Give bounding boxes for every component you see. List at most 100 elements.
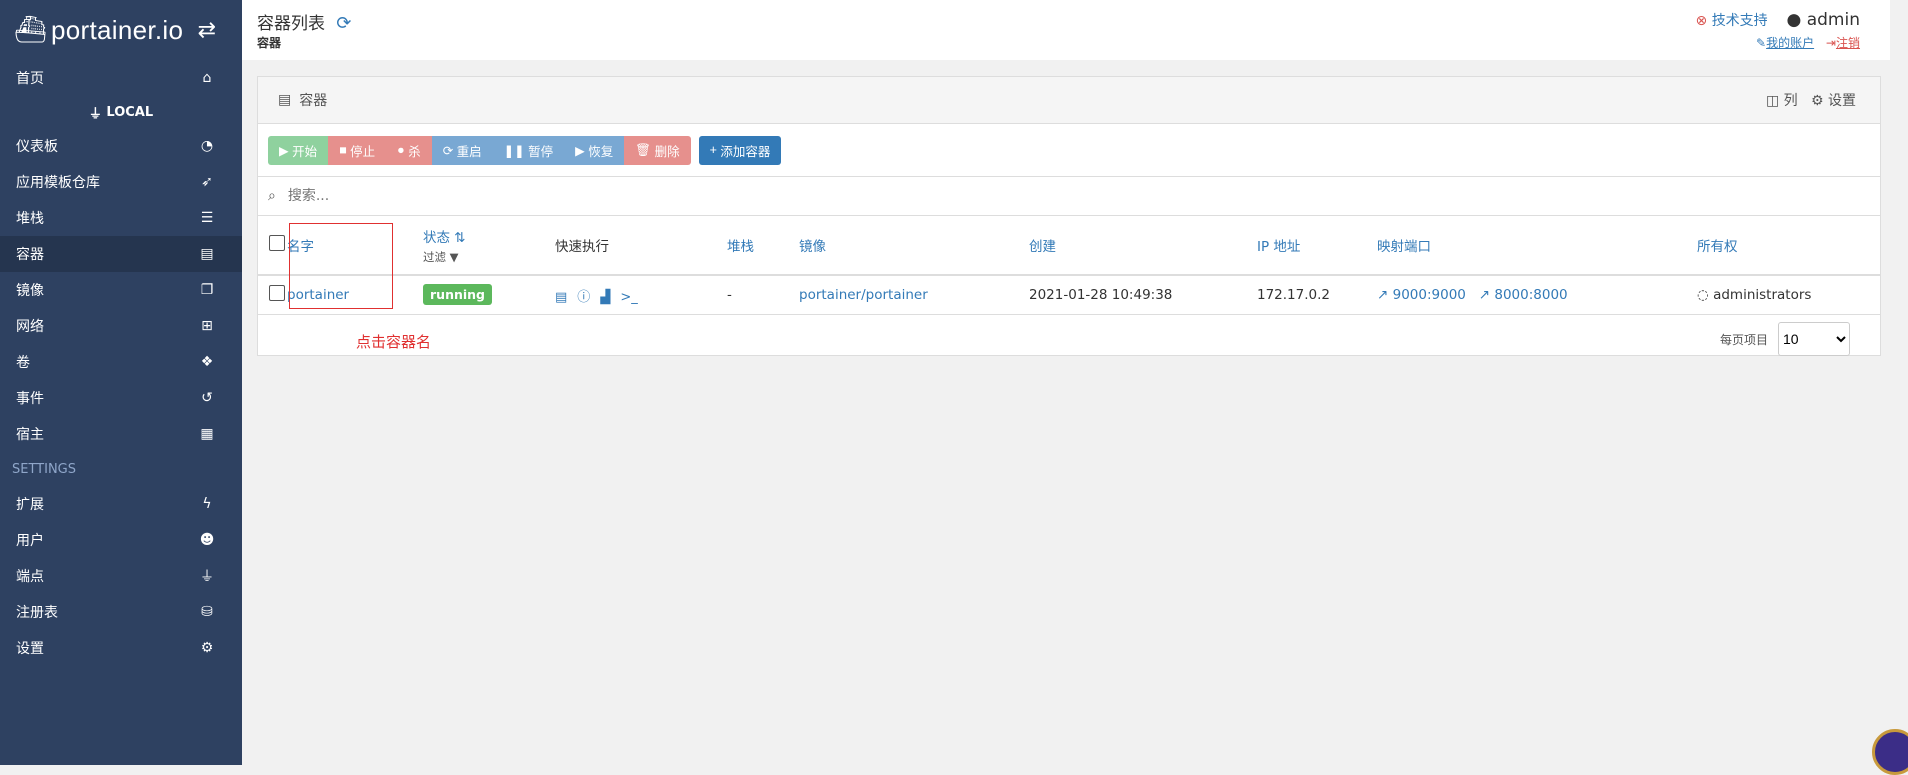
sidebar-item-dashboard[interactable]: 仪表板 ◔ (0, 128, 242, 164)
restart-button[interactable]: ⟳ 重启 (431, 135, 493, 165)
image-link[interactable]: portainer/portainer (799, 287, 928, 303)
stop-label: 停止 (350, 144, 376, 159)
external-link-icon: ↗ (1478, 287, 1491, 303)
my-account-link[interactable]: 我的账户 (1766, 36, 1814, 50)
sidebar-item-home[interactable]: 首页 ⌂ (0, 60, 242, 96)
sort-icon: ⇅ (454, 229, 466, 246)
sidebar-item-containers[interactable]: 容器 ▤ (0, 236, 242, 272)
annotation-box (289, 223, 393, 309)
swap-icon[interactable]: ⇄ (198, 18, 216, 43)
server-icon: ▤ (200, 246, 214, 262)
column-state[interactable]: 状态 ⇅ (423, 230, 466, 246)
gear-icon: ⚙ (1810, 93, 1824, 109)
endpoint-local: ⏚ LOCAL (0, 96, 242, 128)
cubes-icon: ❖ (200, 354, 214, 370)
sidebar-item-label: 扩展 (16, 497, 44, 513)
column-image[interactable]: 镜像 (799, 239, 826, 255)
remove-button[interactable]: 🗑 删除 (624, 135, 691, 165)
stop-button[interactable]: ■ 停止 (328, 135, 387, 165)
floating-widget[interactable] (1872, 729, 1908, 775)
sidebar-item-settings[interactable]: 设置 ⚙ (0, 630, 242, 666)
column-ownership[interactable]: 所有权 (1697, 239, 1738, 255)
sidebar-item-images[interactable]: 镜像 ❐ (0, 272, 242, 308)
scrollbar[interactable] (1890, 0, 1908, 765)
play-icon: ▶ (279, 143, 293, 158)
sidebar-item-volumes[interactable]: 卷 ❖ (0, 344, 242, 380)
user-icon: ● (1786, 10, 1802, 30)
containers-table: 名字 状态 ⇅ 过滤 ▼ 快速执行 堆栈 镜像 创建 IP 地址 映射端口 所有权… (258, 216, 1880, 315)
column-ports[interactable]: 映射端口 (1377, 239, 1431, 255)
add-container-button[interactable]: + 添加容器 (698, 135, 782, 165)
console-icon[interactable]: >_ (620, 290, 637, 305)
stats-icon[interactable]: ▟ (600, 290, 610, 305)
search-bar: ⌕ (258, 177, 1880, 216)
add-container-label: 添加容器 (720, 144, 771, 159)
sidebar-item-endpoints[interactable]: 端点 ⏚ (0, 558, 242, 594)
settings-header: SETTINGS (12, 461, 77, 477)
brand[interactable]: ⛴ portainer.io ⇄ (0, 0, 242, 60)
port-link[interactable]: ↗ 8000:8000 (1479, 287, 1568, 303)
external-link-icon: ↗ (1377, 287, 1389, 303)
sidebar-item-networks[interactable]: 网络 ⊞ (0, 308, 242, 344)
endpoint-label: LOCAL (106, 104, 154, 120)
search-input[interactable] (285, 187, 1090, 205)
portainer-logo-icon: ⛴ (14, 15, 48, 45)
resume-button[interactable]: ▶ 恢复 (564, 135, 625, 165)
row-checkbox[interactable] (269, 285, 285, 301)
stack-cell: - (726, 275, 798, 315)
sidebar-item-label: 堆栈 (16, 211, 44, 227)
users-icon: ☻ (199, 532, 215, 548)
resume-label: 恢复 (588, 144, 614, 159)
sidebar-item-label: 仪表板 (16, 139, 58, 155)
sidebar-item-extensions[interactable]: 扩展 ϟ (0, 486, 242, 522)
sidebar-item-registries[interactable]: 注册表 ⛁ (0, 594, 242, 630)
list-icon: ☰ (200, 210, 214, 226)
eye-slash-icon: ◌ (1697, 287, 1709, 303)
user-area: ⊗ 技术支持 ● admin (1696, 10, 1861, 30)
th-icon: ▦ (200, 426, 214, 442)
sidebar-item-label: 镜像 (16, 283, 44, 299)
per-page-select[interactable]: 10 (1778, 322, 1850, 356)
user-menu[interactable]: ● admin (1786, 10, 1860, 30)
columns-button[interactable]: ◫ 列 (1766, 93, 1798, 109)
support-link[interactable]: ⊗ 技术支持 (1696, 13, 1768, 29)
refresh-icon[interactable]: ⟳ (336, 13, 351, 34)
action-bar: ▶ 开始 ■ 停止 ● 杀 ⟳ 重启 ❚❚ 暂停 ▶ 恢复 🗑 删除 + 添加容… (258, 124, 1880, 177)
support-icon: ⊗ (1695, 13, 1708, 29)
column-created[interactable]: 创建 (1029, 239, 1056, 255)
select-all-checkbox[interactable] (269, 235, 285, 251)
rocket-icon: ➶ (201, 174, 213, 190)
logout-link[interactable]: 注销 (1836, 36, 1860, 50)
sidebar-item-label: 宿主 (16, 427, 44, 443)
settings-button[interactable]: ⚙ 设置 (1811, 93, 1856, 109)
pagination-footer: 每页项目 10 (258, 315, 1880, 363)
sidebar-item-host[interactable]: 宿主 ▦ (0, 416, 242, 452)
bolt-icon: ϟ (202, 496, 212, 512)
wrench-icon: ✎ (1756, 36, 1767, 50)
logs-icon[interactable]: ▤ (555, 290, 567, 305)
start-button[interactable]: ▶ 开始 (268, 135, 329, 165)
kill-button[interactable]: ● 杀 (386, 135, 432, 165)
sidebar-item-users[interactable]: 用户 ☻ (0, 522, 242, 558)
column-stack[interactable]: 堆栈 (727, 239, 754, 255)
support-label: 技术支持 (1711, 13, 1768, 29)
sidebar-item-stacks[interactable]: 堆栈 ☰ (0, 200, 242, 236)
column-ip[interactable]: IP 地址 (1257, 239, 1300, 255)
pause-button[interactable]: ❚❚ 暂停 (492, 135, 565, 165)
search-icon: ⌕ (268, 188, 276, 204)
column-quick-actions: 快速执行 (555, 239, 609, 255)
state-filter[interactable]: 过滤 ▼ (423, 249, 553, 265)
trash-icon: 🗑 (635, 142, 655, 157)
sidebar-item-events[interactable]: 事件 ↺ (0, 380, 242, 416)
dashboard-icon: ◔ (200, 138, 214, 154)
refresh-icon: ⟳ (442, 143, 457, 158)
breadcrumb: 容器 (257, 36, 282, 50)
port-link[interactable]: ↗ 9000:9000 (1377, 287, 1466, 303)
port-label: 9000:9000 (1392, 287, 1466, 303)
sidebar-item-templates[interactable]: 应用模板仓库 ➶ (0, 164, 242, 200)
sidebar-item-label: 卷 (16, 355, 30, 371)
stop-icon: ■ (339, 143, 351, 157)
inspect-icon[interactable]: ⓘ (577, 290, 590, 305)
sidebar-item-label: 设置 (16, 641, 44, 657)
containers-panel: ▤ 容器 ◫ 列 ⚙ 设置 ▶ 开始 ■ 停止 ● 杀 ⟳ 重启 ❚❚ 暂停 ▶… (257, 76, 1881, 356)
